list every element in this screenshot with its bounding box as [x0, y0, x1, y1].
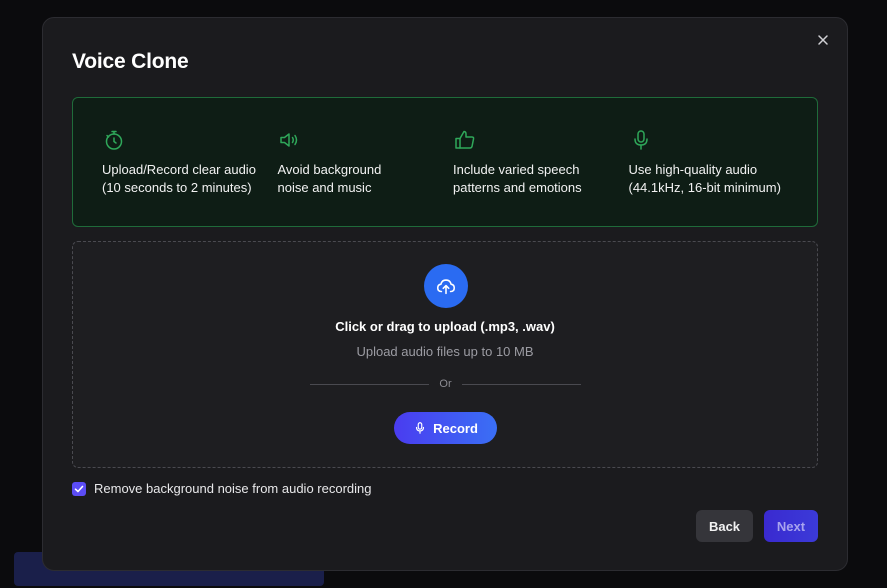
tip-item: Use high-quality audio (44.1kHz, 16-bit …: [629, 128, 805, 226]
tip-text: Avoid background noise and music: [277, 162, 382, 195]
divider-text: Or: [439, 378, 452, 390]
tips-panel: Upload/Record clear audio (10 seconds to…: [72, 97, 818, 227]
microphone-icon: [633, 130, 648, 150]
tip-item: Upload/Record clear audio (10 seconds to…: [102, 128, 278, 226]
close-icon: [818, 35, 828, 45]
remove-noise-label: Remove background noise from audio recor…: [94, 481, 372, 496]
tip-text: Include varied speech patterns and emoti…: [453, 162, 582, 195]
modal-title: Voice Clone: [72, 50, 189, 73]
upload-dropzone[interactable]: Click or drag to upload (.mp3, .wav) Upl…: [72, 241, 818, 468]
voice-clone-modal: Voice Clone Upload/Record clear audio (1…: [42, 17, 848, 571]
tip-text: Upload/Record clear audio (10 seconds to…: [102, 162, 256, 195]
tip-item: Avoid background noise and music: [278, 128, 454, 226]
record-label: Record: [433, 420, 478, 436]
record-button[interactable]: Record: [394, 412, 497, 444]
next-button[interactable]: Next: [764, 510, 818, 542]
check-icon: [74, 485, 84, 492]
tip-text: Use high-quality audio (44.1kHz, 16-bit …: [628, 162, 781, 195]
upload-title: Click or drag to upload (.mp3, .wav): [335, 319, 555, 334]
speaker-icon: [279, 133, 297, 147]
close-button[interactable]: [813, 30, 833, 50]
upload-button[interactable]: [424, 264, 468, 308]
upload-subtitle: Upload audio files up to 10 MB: [356, 344, 534, 359]
microphone-icon: [416, 422, 425, 434]
thumbs-up-icon: [455, 130, 475, 149]
divider-line: [461, 383, 582, 385]
cloud-upload-icon: [436, 279, 456, 295]
or-divider: Or: [310, 378, 582, 390]
timer-icon: [105, 130, 123, 150]
back-button[interactable]: Back: [696, 510, 753, 542]
remove-noise-option[interactable]: Remove background noise from audio recor…: [72, 481, 372, 496]
divider-line: [310, 383, 430, 385]
tip-item: Include varied speech patterns and emoti…: [453, 128, 629, 226]
remove-noise-checkbox[interactable]: [72, 481, 86, 496]
